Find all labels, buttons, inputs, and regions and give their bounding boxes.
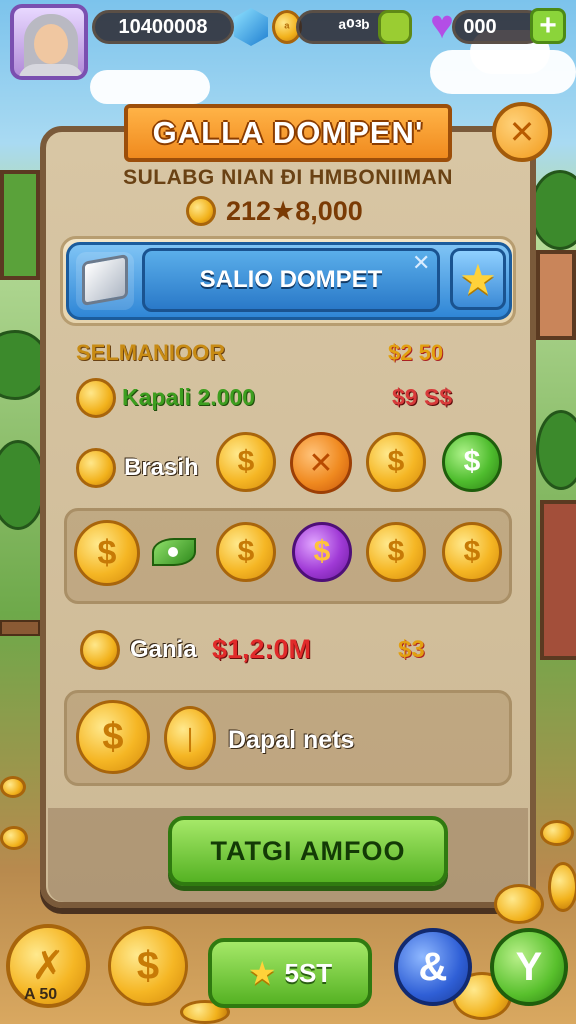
dollar-coin[interactable]: $ <box>366 522 426 582</box>
coin-icon <box>186 196 216 226</box>
plus-icon: + <box>539 9 557 42</box>
y-icon: Y <box>515 944 543 989</box>
dollar-coin[interactable]: $ <box>216 432 276 492</box>
dollar-coin[interactable]: $ <box>366 432 426 492</box>
heart-value: 000 <box>463 15 497 38</box>
star-button-label: 5ST <box>284 957 333 988</box>
add-currency-button[interactable]: + <box>530 8 566 44</box>
wallet-input-field[interactable]: SALIO DOMPET <box>142 248 440 312</box>
dollar-coin[interactable]: $ <box>74 520 140 586</box>
close-button[interactable]: ✕ <box>492 102 552 162</box>
wallet-input-value: SALIO DOMPET <box>199 266 383 293</box>
clear-input-icon[interactable]: ✕ <box>412 250 430 276</box>
coin-edge-icon: ❘ <box>164 706 216 770</box>
dollar-coin[interactable]: $ <box>442 522 502 582</box>
row-dapal-label: Dapal nets <box>228 726 355 754</box>
row-kapali-label: Kapali 2.000 <box>122 384 255 410</box>
scattered-coin <box>494 884 544 924</box>
swirl-icon: & <box>418 944 448 989</box>
swirl-button[interactable]: & <box>394 928 472 1006</box>
confirm-button-label: TATGI AMFOO <box>210 835 406 866</box>
dollar-coin[interactable]: $ <box>216 522 276 582</box>
favorite-star-button[interactable]: ★ <box>450 248 506 310</box>
scattered-coin <box>548 862 576 912</box>
purple-dollar-coin[interactable]: $ <box>292 522 352 582</box>
close-icon: ✕ <box>508 114 536 150</box>
scattered-coin <box>540 820 574 846</box>
panel-title: GALLA DOMPEN' <box>124 104 452 162</box>
row-brasih-label: Brasih <box>124 454 199 481</box>
dollar-coin[interactable]: $ <box>76 700 150 774</box>
coin-icon <box>76 448 116 488</box>
y-button[interactable]: Y <box>490 928 568 1006</box>
leaf-icon <box>152 538 196 566</box>
row-gania-value-2: $3 <box>398 636 425 663</box>
scattered-coin <box>0 776 26 798</box>
gem-icon <box>234 8 268 46</box>
scattered-coin <box>0 826 28 850</box>
smiley-icon <box>378 10 412 44</box>
row-gania-label: Gania <box>130 636 197 663</box>
total-balance: 212★8,000 <box>186 194 363 228</box>
dollar-coin[interactable]: $ <box>108 926 188 1006</box>
row-selmanioor-value: $2 50 <box>388 340 444 365</box>
gold-total-value: 10400008 <box>118 15 208 38</box>
row-selmanioor-label: SELMANIOOR <box>76 340 226 365</box>
panel-title-text: GALLA DOMPEN' <box>152 115 424 150</box>
coin-icon <box>76 378 116 418</box>
player-avatar[interactable] <box>10 4 88 80</box>
panel-subtitle: SULABG NIAN ÐI HMBONIIMAN <box>123 166 453 189</box>
total-balance-value: 212★8,000 <box>226 195 363 226</box>
star-button[interactable]: ★ 5ST <box>208 938 372 1008</box>
row-gania-value: $1,2:0M <box>212 634 312 664</box>
cross-coin[interactable]: ✕ <box>290 432 352 494</box>
row-kapali-value: $9 S$ <box>392 384 453 410</box>
gold-total-counter: 10400008 <box>92 10 234 44</box>
star-icon: ★ <box>459 255 497 303</box>
green-dollar-coin[interactable]: $ <box>442 432 502 492</box>
top-bar: 10400008 ᵃ ᵃ⁰³ᵇ ♥ 000 + <box>0 0 576 80</box>
cube-icon[interactable] <box>82 253 128 307</box>
coin-value: ᵃ⁰³ᵇ <box>338 16 370 39</box>
star-icon: ★ <box>247 955 277 991</box>
corner-label: A 50 <box>24 986 58 1003</box>
coin-icon <box>80 630 120 670</box>
confirm-button[interactable]: TATGI AMFOO <box>168 816 448 886</box>
